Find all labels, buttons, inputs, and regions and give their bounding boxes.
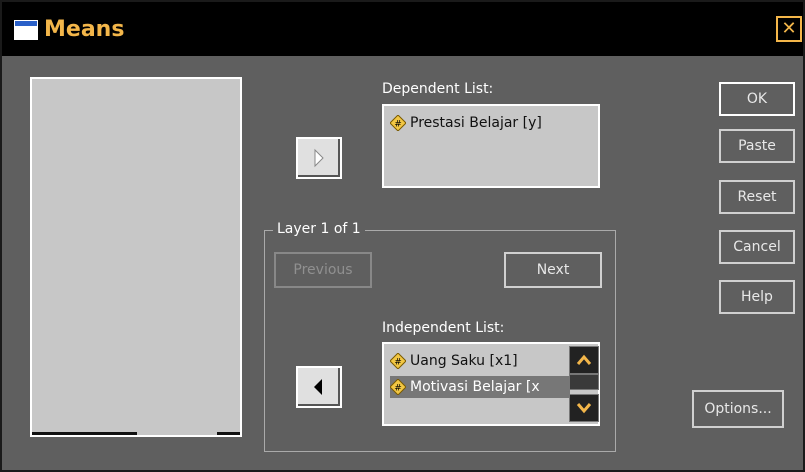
list-scroll-thumb[interactable]	[217, 432, 240, 435]
next-button[interactable]: Next	[504, 252, 602, 288]
svg-text:#: #	[394, 358, 402, 368]
scale-variable-icon: #	[390, 379, 406, 395]
help-button[interactable]: Help	[719, 280, 795, 314]
window-title: Means	[44, 17, 125, 42]
list-item[interactable]: # Uang Saku [x1]	[390, 350, 560, 372]
list-item[interactable]: # Prestasi Belajar [y]	[390, 112, 542, 134]
chevron-up-icon	[576, 354, 592, 365]
independent-listbox[interactable]: # Uang Saku [x1] # Motivasi Belajar [x	[382, 342, 600, 426]
layer-legend: Layer 1 of 1	[273, 221, 365, 237]
independent-list-label: Independent List:	[382, 320, 505, 336]
scroll-down-button[interactable]	[569, 394, 599, 422]
dependent-item-label: Prestasi Belajar [y]	[410, 115, 542, 131]
options-button[interactable]: Options...	[692, 390, 784, 428]
scale-variable-icon: #	[390, 115, 406, 131]
svg-text:#: #	[394, 384, 402, 394]
arrow-right-icon	[314, 148, 324, 168]
scale-variable-icon: #	[390, 353, 406, 369]
list-scroll-track	[32, 432, 137, 435]
source-variable-list[interactable]	[30, 77, 242, 437]
move-to-independent-button[interactable]	[296, 366, 342, 408]
chevron-down-icon	[576, 403, 592, 414]
scrollbar-thumb[interactable]	[569, 374, 599, 390]
svg-text:#: #	[394, 120, 402, 130]
scroll-up-button[interactable]	[569, 346, 599, 374]
arrow-left-icon	[314, 379, 322, 395]
ok-button[interactable]: OK	[719, 82, 795, 116]
close-button[interactable]: ✕	[776, 16, 802, 42]
list-item[interactable]: # Motivasi Belajar [x	[390, 376, 570, 398]
move-to-dependent-button[interactable]	[296, 137, 342, 179]
independent-item-label-1: Uang Saku [x1]	[410, 353, 518, 369]
dependent-listbox[interactable]: # Prestasi Belajar [y]	[382, 104, 600, 188]
reset-button[interactable]: Reset	[719, 180, 795, 214]
independent-item-label-2: Motivasi Belajar [x	[410, 379, 540, 395]
paste-button[interactable]: Paste	[719, 129, 795, 163]
cancel-button[interactable]: Cancel	[719, 230, 795, 264]
window-icon	[14, 20, 38, 40]
dependent-list-label: Dependent List:	[382, 81, 494, 97]
title-bar: Means ✕	[2, 2, 803, 56]
previous-button[interactable]: Previous	[274, 252, 372, 288]
means-dialog: Means ✕ Dependent List: # Prestasi Belaj…	[0, 0, 805, 472]
